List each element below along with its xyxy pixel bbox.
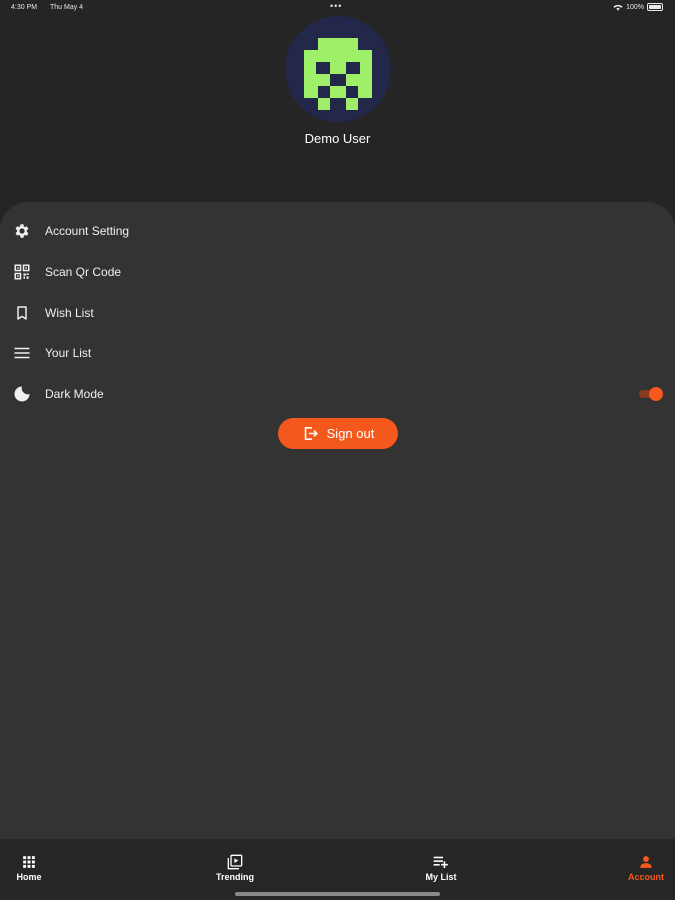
tab-trending[interactable]: Trending — [200, 839, 270, 889]
bookmark-icon — [12, 303, 32, 323]
menu-item-label: Wish List — [45, 306, 94, 320]
list-icon — [12, 343, 32, 363]
moon-icon — [12, 384, 32, 404]
sign-out-label: Sign out — [326, 426, 375, 441]
menu-item-label: Dark Mode — [45, 387, 104, 401]
menu-item-your-list[interactable]: Your List — [0, 333, 675, 373]
status-right: 100% — [613, 3, 663, 11]
tab-label: Trending — [216, 871, 254, 882]
sign-out-button[interactable]: Sign out — [278, 418, 398, 449]
avatar[interactable] — [285, 16, 391, 122]
battery-icon — [647, 3, 663, 11]
status-time: 4:30 PM — [11, 4, 38, 11]
status-date: Thu May 4 — [50, 4, 84, 11]
menu-item-scan-qr-code[interactable]: Scan Qr Code — [0, 252, 675, 292]
gear-icon — [12, 221, 32, 241]
multitasking-dots[interactable]: ••• — [330, 1, 342, 11]
bottom-navigation: Home Trending My List Account — [0, 839, 675, 900]
tab-my-list[interactable]: My List — [406, 839, 476, 889]
tab-label: Account — [628, 871, 664, 882]
grid-icon — [20, 853, 38, 871]
tab-label: Home — [16, 871, 42, 882]
menu-item-wish-list[interactable]: Wish List — [0, 293, 675, 333]
home-indicator[interactable] — [235, 892, 440, 896]
menu-item-label: Your List — [45, 346, 92, 360]
pixel-avatar-icon — [304, 38, 372, 110]
menu-item-account-setting[interactable]: Account Setting — [0, 211, 675, 251]
account-panel: Account Setting Scan Qr Code Wish List Y… — [0, 202, 675, 839]
video-library-icon — [226, 853, 244, 871]
tab-account[interactable]: Account — [611, 839, 675, 889]
menu-item-dark-mode: Dark Mode — [0, 374, 675, 414]
wifi-icon — [613, 4, 623, 11]
menu-item-label: Scan Qr Code — [45, 265, 122, 279]
menu-item-label: Account Setting — [45, 224, 130, 238]
tab-home[interactable]: Home — [0, 839, 64, 889]
battery-percent: 100% — [626, 3, 644, 11]
tab-label: My List — [425, 871, 457, 882]
playlist-add-icon — [432, 853, 450, 871]
profile-name: Demo User — [304, 131, 371, 146]
logout-icon — [304, 427, 318, 440]
dark-mode-toggle[interactable] — [637, 387, 663, 401]
qr-code-icon — [12, 262, 32, 282]
person-icon — [637, 853, 655, 871]
